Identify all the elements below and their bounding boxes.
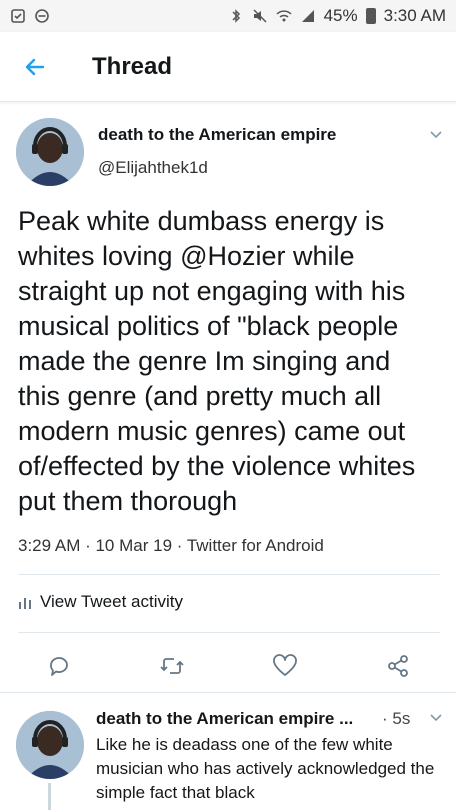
chevron-down-icon: [430, 131, 442, 139]
profile-photo: [16, 118, 84, 186]
battery-icon: [365, 8, 376, 24]
app-header: Thread: [0, 32, 456, 102]
back-arrow-icon: [25, 58, 45, 75]
profile-photo: [16, 711, 84, 779]
author-handle[interactable]: @Elijahthek1d: [98, 158, 208, 178]
status-bar: 45% 3:30 AM: [0, 0, 456, 32]
tweet-actions: [0, 648, 456, 684]
bar-chart-icon: [19, 598, 31, 609]
retweet-icon: [160, 658, 184, 674]
tweet-menu-button[interactable]: [428, 126, 444, 147]
reply-author-name[interactable]: death to the American empire ...: [96, 709, 353, 729]
wifi-icon: [276, 10, 292, 22]
bluetooth-icon: [232, 9, 240, 23]
divider: [18, 632, 440, 633]
chevron-down-icon: [430, 714, 442, 722]
tweet-text: Peak white dumbass energy is whites lovi…: [18, 206, 416, 516]
back-button[interactable]: [0, 32, 70, 102]
view-activity-label: View Tweet activity: [40, 592, 183, 611]
reply-text: Like he is deadass one of the few white …: [96, 735, 435, 802]
reply-timestamp: · 5s: [382, 709, 411, 728]
battery-percent: 45%: [323, 6, 358, 25]
share-icon: [388, 655, 408, 677]
do-not-disturb-icon: [35, 9, 49, 23]
reply-menu-button[interactable]: [428, 709, 444, 730]
retweet-button[interactable]: [158, 652, 186, 680]
share-button[interactable]: [384, 652, 412, 680]
page-title: Thread: [92, 52, 173, 80]
reply-tweet[interactable]: death to the American empire ... · 5s Li…: [0, 692, 456, 810]
mute-icon: [253, 9, 267, 23]
avatar[interactable]: [16, 118, 84, 186]
status-time: 3:30 AM: [383, 6, 446, 25]
divider: [18, 574, 440, 575]
heart-icon: [273, 654, 297, 676]
reply-button[interactable]: [45, 652, 73, 680]
view-activity-button[interactable]: View Tweet activity: [18, 592, 183, 612]
thread-connector-line: [48, 783, 51, 810]
author-name[interactable]: death to the American empire: [98, 125, 336, 145]
signal-icon: [301, 10, 314, 22]
like-button[interactable]: [271, 652, 299, 680]
checkbox-notification-icon: [11, 9, 25, 23]
reply-icon: [50, 657, 68, 676]
tweet-meta: 3:29 AM · 10 Mar 19 · Twitter for Androi…: [18, 536, 324, 555]
reply-avatar[interactable]: [16, 711, 84, 779]
